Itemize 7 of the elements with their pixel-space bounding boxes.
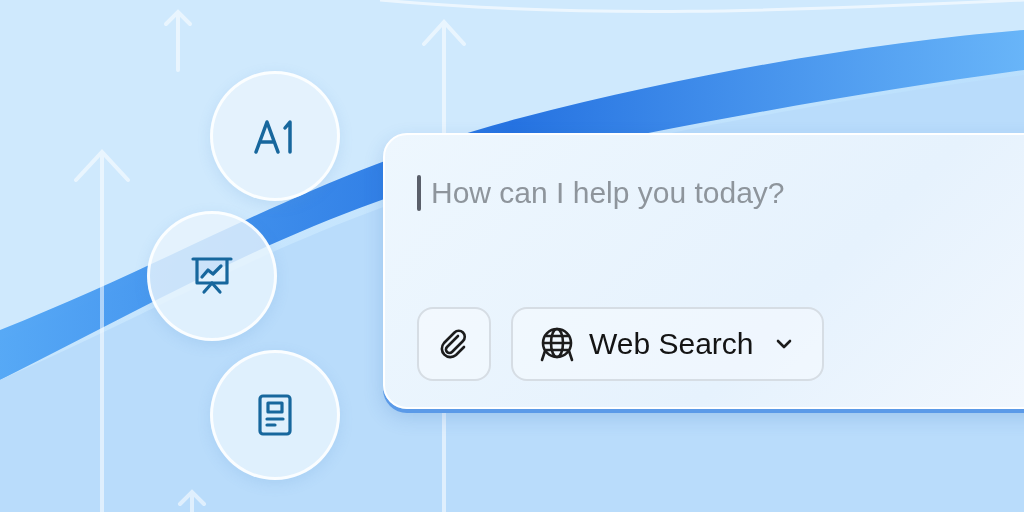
presentation-chart-icon <box>191 256 233 296</box>
chevron-down-icon <box>775 339 792 349</box>
input-field[interactable]: How can I help you today? <box>417 175 977 211</box>
document-icon <box>257 394 293 436</box>
globe-icon <box>539 326 575 362</box>
attach-button[interactable] <box>417 307 491 381</box>
web-search-dropdown[interactable]: Web Search <box>511 307 824 381</box>
